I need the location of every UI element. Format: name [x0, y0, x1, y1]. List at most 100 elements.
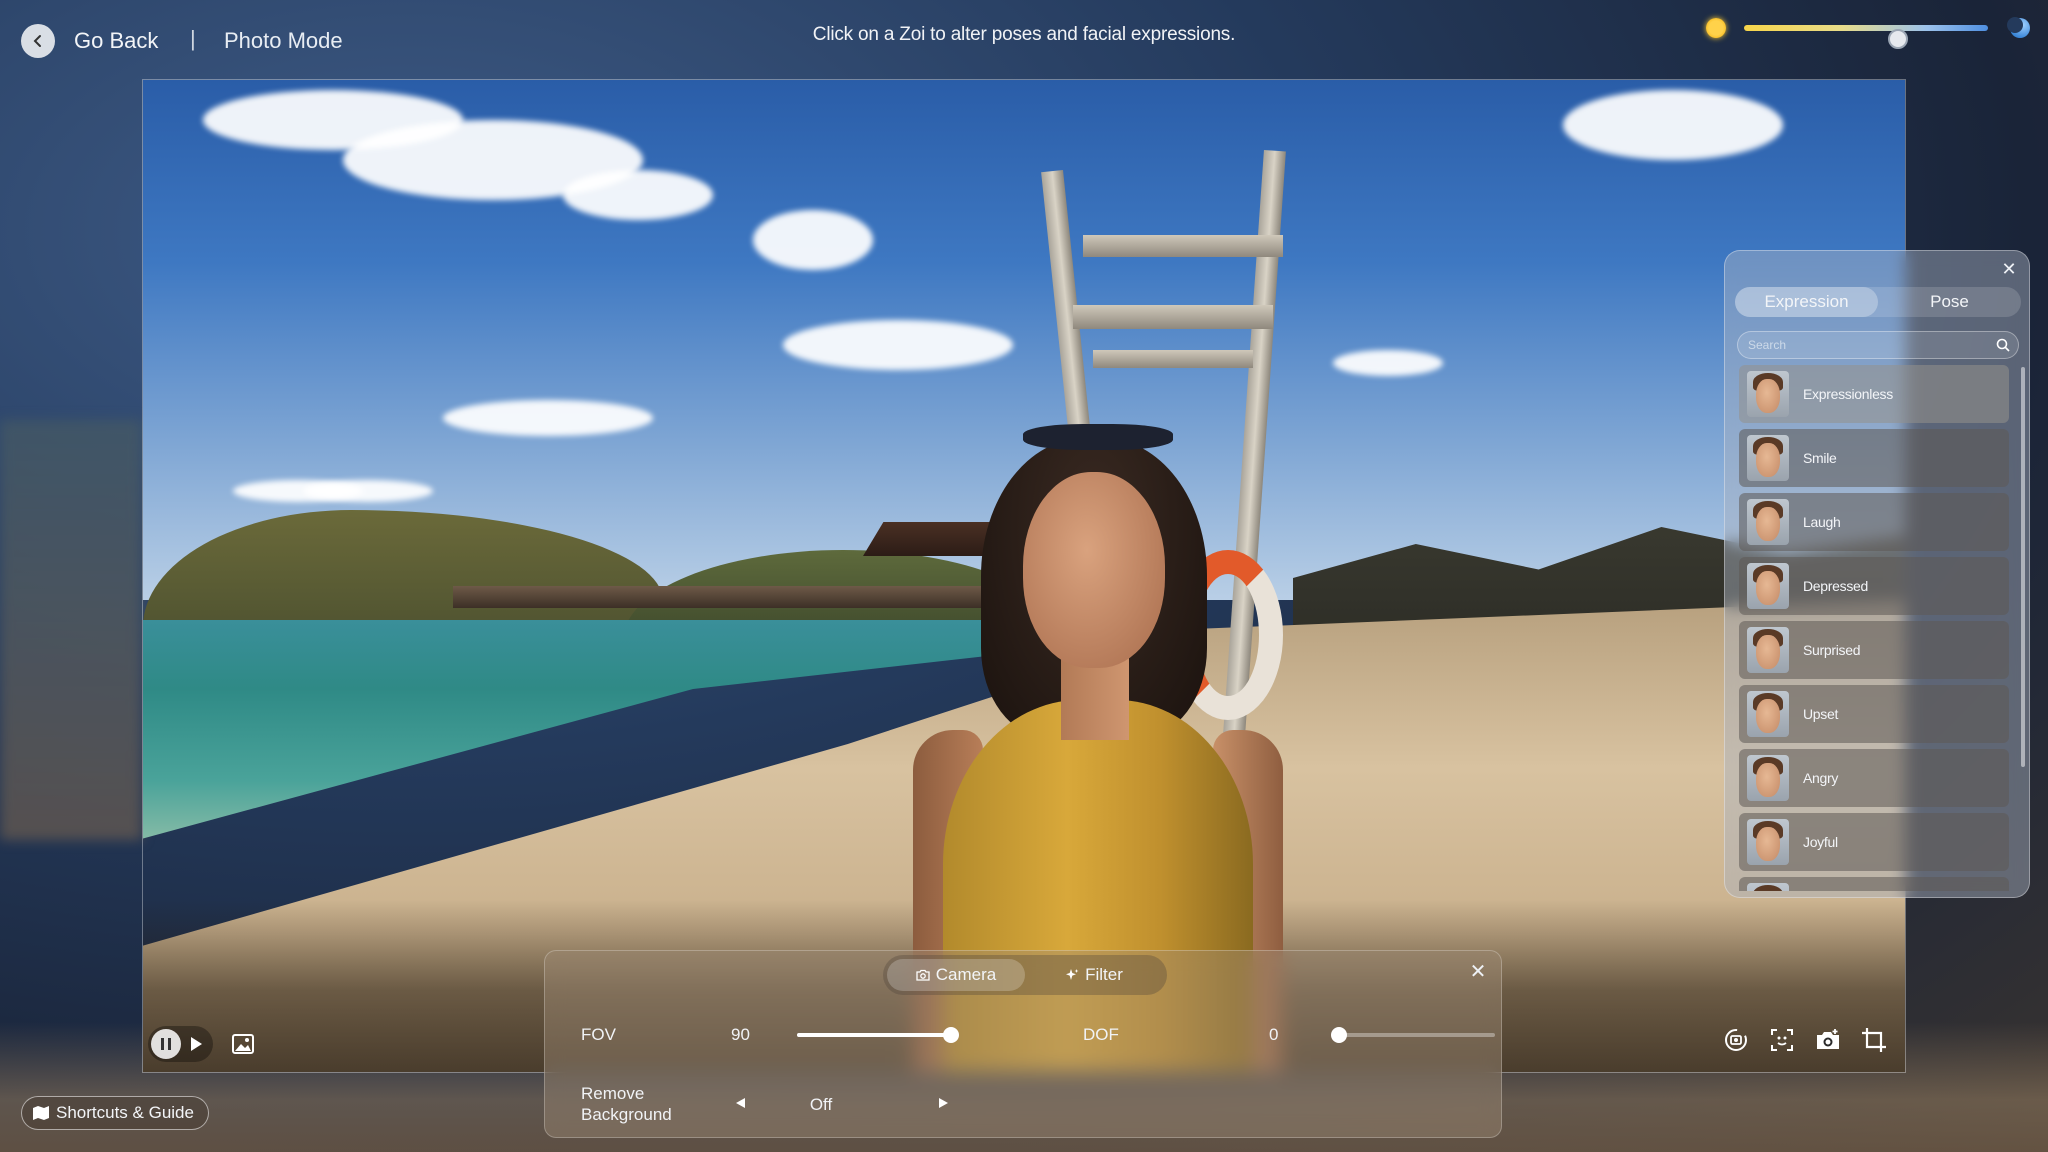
- focus-button[interactable]: [1768, 1026, 1796, 1054]
- rotate-camera-icon: [1725, 1029, 1747, 1051]
- dof-slider[interactable]: [1331, 1027, 1495, 1043]
- cloud: [1563, 90, 1783, 160]
- lifeguard-tower-plank: [1083, 235, 1283, 257]
- cloud: [753, 210, 873, 270]
- close-icon[interactable]: ✕: [1999, 259, 2019, 279]
- map-guide-icon: [33, 1106, 49, 1120]
- pause-icon: [168, 1038, 171, 1050]
- fov-label: FOV: [581, 1025, 616, 1044]
- lifeguard-tower-plank: [1073, 305, 1273, 329]
- camera-settings-panel: Camera Filter ✕ FOV 90 DOF 0 Remove Back…: [544, 950, 1502, 1138]
- fov-value: 90: [731, 1025, 750, 1044]
- expression-item-laugh[interactable]: Laugh: [1739, 493, 2009, 551]
- expression-thumbnail: [1747, 819, 1789, 865]
- expression-label: Angry: [1803, 770, 1839, 786]
- remove-background-value: Off: [809, 1095, 833, 1114]
- expression-thumbnail: [1747, 435, 1789, 481]
- expression-scrollbar[interactable]: [2021, 367, 2025, 767]
- dof-slider-thumb[interactable]: [1331, 1027, 1347, 1043]
- playback-controls: [148, 1026, 257, 1062]
- image-gallery-icon: [232, 1034, 254, 1054]
- shortcuts-guide-button[interactable]: Shortcuts & Guide: [21, 1096, 209, 1130]
- crop-icon: [1862, 1028, 1886, 1052]
- cloud: [443, 400, 653, 436]
- back-button[interactable]: [21, 24, 55, 58]
- time-of-day-thumb[interactable]: [1887, 29, 1908, 49]
- expression-thumbnail: [1747, 627, 1789, 673]
- search-icon[interactable]: [1996, 338, 2010, 352]
- expression-panel: ✕ Expression Pose Expressionless Smile L…: [1724, 250, 2030, 898]
- camera-capture-icon: [1817, 1029, 1839, 1049]
- close-icon[interactable]: ✕: [1467, 961, 1489, 983]
- remove-background-next-button[interactable]: [937, 1095, 953, 1113]
- fov-slider[interactable]: [797, 1027, 959, 1043]
- face-focus-icon: [1771, 1029, 1793, 1051]
- arrow-right-icon: [939, 1098, 948, 1108]
- cloud: [563, 170, 713, 220]
- tab-filter-label: Filter: [1085, 965, 1123, 984]
- remove-background-row: Remove Background Off: [581, 1083, 1461, 1127]
- cloud: [303, 480, 433, 502]
- pause-button[interactable]: [151, 1029, 181, 1059]
- play-button[interactable]: [185, 1032, 207, 1056]
- arrow-left-icon: [736, 1098, 745, 1108]
- expression-item-smile[interactable]: Smile: [1739, 429, 2009, 487]
- header-separator: |: [190, 26, 196, 51]
- remove-background-label: Remove Background: [581, 1084, 672, 1124]
- expression-item-surprised[interactable]: Surprised: [1739, 621, 2009, 679]
- zoi-character-face[interactable]: [1023, 472, 1165, 668]
- expression-item-depressed[interactable]: Depressed: [1739, 557, 2009, 615]
- expression-list: Expressionless Smile Laugh Depressed Sur…: [1739, 365, 2009, 891]
- search-input[interactable]: [1738, 332, 1978, 358]
- chevron-left-icon: [33, 35, 41, 47]
- expression-label: Joyful: [1803, 834, 1838, 850]
- dof-label: DOF: [1083, 1025, 1119, 1044]
- tab-filter[interactable]: Filter: [1025, 959, 1163, 991]
- tab-expression[interactable]: Expression: [1735, 287, 1878, 317]
- expression-thumbnail: [1747, 499, 1789, 545]
- play-icon: [191, 1037, 202, 1051]
- expression-search: [1737, 331, 2019, 359]
- go-back-link[interactable]: Go Back: [74, 28, 158, 54]
- page-title: Photo Mode: [224, 28, 343, 53]
- expression-thumbnail: [1747, 691, 1789, 737]
- pier: [453, 586, 1013, 608]
- expression-label: Upset: [1803, 706, 1839, 722]
- camera-filter-tabs: Camera Filter: [883, 955, 1167, 995]
- expression-label: Depressed: [1803, 578, 1869, 594]
- rotate-camera-button[interactable]: [1722, 1026, 1750, 1054]
- expression-item-partial[interactable]: [1739, 877, 2009, 891]
- expression-thumbnail: [1747, 755, 1789, 801]
- time-of-day-track[interactable]: [1744, 25, 1988, 49]
- tab-pose[interactable]: Pose: [1878, 287, 2021, 317]
- capture-photo-button[interactable]: [1814, 1026, 1842, 1054]
- gallery-button[interactable]: [229, 1030, 257, 1058]
- fov-dof-row: FOV 90 DOF 0: [581, 1021, 1495, 1051]
- expression-item-angry[interactable]: Angry: [1739, 749, 2009, 807]
- fov-slider-fill: [797, 1033, 951, 1037]
- shortcuts-guide-label: Shortcuts & Guide: [56, 1103, 194, 1122]
- expression-item-expressionless[interactable]: Expressionless: [1739, 365, 2009, 423]
- time-of-day-slider[interactable]: [1700, 14, 2030, 49]
- cloud: [783, 320, 1013, 370]
- expression-label: Smile: [1803, 450, 1837, 466]
- remove-background-prev-button[interactable]: [733, 1095, 749, 1113]
- crop-button[interactable]: [1860, 1026, 1888, 1054]
- photo-viewport[interactable]: [142, 79, 1906, 1073]
- expression-item-joyful[interactable]: Joyful: [1739, 813, 2009, 871]
- tab-camera-label: Camera: [935, 965, 997, 984]
- camera-icon: [916, 969, 930, 981]
- fov-slider-thumb[interactable]: [943, 1027, 959, 1043]
- dof-value: 0: [1269, 1025, 1279, 1044]
- camera-tool-controls: [1722, 1026, 1888, 1054]
- moon-icon: [2007, 17, 2030, 38]
- sparkle-icon: [1066, 969, 1079, 980]
- instruction-hint: Click on a Zoi to alter poses and facial…: [812, 24, 1236, 45]
- expression-item-upset[interactable]: Upset: [1739, 685, 2009, 743]
- expression-label: Laugh: [1803, 514, 1841, 530]
- expression-thumbnail: [1747, 883, 1789, 891]
- background-blur-left: [0, 420, 142, 840]
- cloud: [1333, 350, 1443, 376]
- tab-camera[interactable]: Camera: [887, 959, 1025, 991]
- header: Go Back | Photo Mode Click on a Zoi to a…: [0, 0, 2048, 80]
